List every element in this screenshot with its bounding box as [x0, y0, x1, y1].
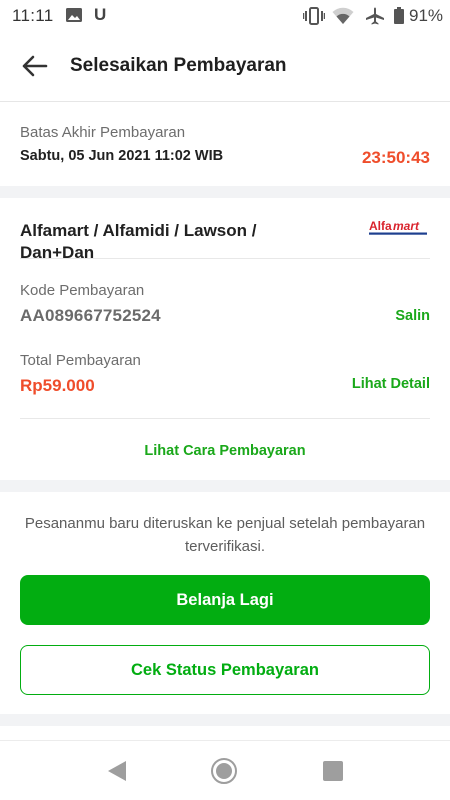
total-payment-value: Rp59.000 — [20, 376, 95, 395]
copy-button[interactable]: Salin — [395, 308, 430, 324]
u-glyph: U — [94, 5, 107, 24]
divider — [20, 258, 430, 259]
page-title: Selesaikan Pembayaran — [70, 55, 287, 76]
deadline-date: Sabtu, 05 Jun 2021 11:02 WIB — [20, 148, 224, 164]
merchant-name: Alfamart / Alfamidi / Lawson / Dan+Dan — [20, 221, 257, 258]
vibrate-icon — [303, 7, 325, 25]
app-bar: Selesaikan Pembayaran — [0, 32, 450, 102]
section-separator — [0, 714, 450, 726]
airplane-icon — [366, 7, 384, 25]
battery-percent: 91% — [409, 6, 444, 25]
status-bar: 11:11 U 91% — [0, 0, 450, 32]
battery-icon — [394, 7, 404, 24]
info-message: Pesananmu baru diteruskan ke penjual set… — [24, 515, 426, 555]
check-status-button[interactable]: Cek Status Pembayaran — [20, 645, 430, 695]
logo-text-left: Alfa — [369, 219, 392, 233]
status-time: 11:11 — [12, 6, 54, 25]
arrow-left-icon[interactable] — [20, 54, 48, 78]
deadline-label: Batas Akhir Pembayaran — [20, 124, 186, 141]
see-detail-link[interactable]: Lihat Detail — [352, 376, 430, 392]
countdown-timer: 23:50:43 — [361, 148, 430, 167]
payment-code-value: AA089667752524 — [20, 306, 161, 325]
shop-again-button[interactable]: Belanja Lagi — [20, 575, 430, 625]
nav-recent-apps-icon[interactable] — [322, 760, 344, 782]
nav-home-icon[interactable] — [210, 757, 238, 785]
wifi-icon — [332, 7, 354, 24]
system-nav-bar — [0, 740, 450, 800]
how-to-pay-link[interactable]: Lihat Cara Pembayaran — [0, 443, 450, 459]
divider — [20, 418, 430, 419]
logo-text-right: mart — [393, 219, 420, 233]
total-payment-label: Total Pembayaran — [20, 352, 141, 369]
section-separator — [0, 480, 450, 492]
payment-code-label: Kode Pembayaran — [20, 282, 145, 299]
nav-back-icon[interactable] — [106, 759, 128, 783]
section-separator — [0, 186, 450, 198]
image-icon — [66, 8, 82, 22]
alfamart-logo: Alfa mart — [369, 219, 427, 235]
